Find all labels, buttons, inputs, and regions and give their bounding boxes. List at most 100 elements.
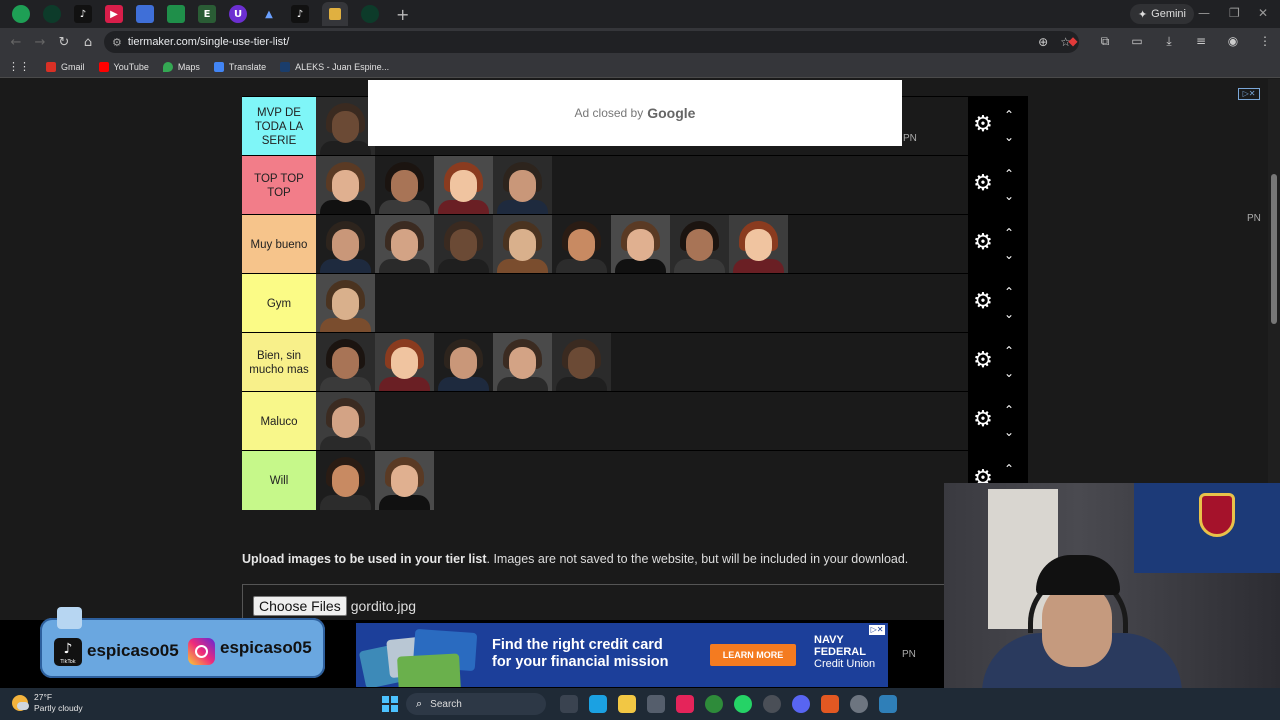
gear-icon[interactable]: ⚙ xyxy=(972,350,994,372)
character-image[interactable] xyxy=(493,156,552,215)
reading-list-icon[interactable]: ≡ xyxy=(1192,34,1210,49)
character-image[interactable] xyxy=(670,215,729,274)
ad-close-icon[interactable]: ▷✕ xyxy=(869,625,885,635)
character-image[interactable] xyxy=(375,215,434,274)
tier-items[interactable] xyxy=(316,451,968,510)
extensions-puzzle-icon[interactable]: ⧉ xyxy=(1096,34,1114,49)
new-tab-icon[interactable]: + xyxy=(396,5,409,24)
tiktok-tab-icon[interactable]: ♪ xyxy=(74,5,92,23)
home-icon[interactable]: ⌂ xyxy=(76,35,100,50)
address-bar[interactable]: ⚙ tiermaker.com/single-use-tier-list/ ⊕ … xyxy=(104,31,1079,53)
tiktok-app-icon[interactable] xyxy=(676,695,694,713)
tier-label[interactable]: Will xyxy=(242,451,316,510)
menu-kebab-icon[interactable]: ⋮ xyxy=(1256,34,1274,49)
chevron-down-icon[interactable]: ⌄ xyxy=(1004,190,1014,202)
bookmark-youtube[interactable]: YouTube xyxy=(98,61,149,72)
windows-start-icon[interactable] xyxy=(382,696,398,712)
minimize-icon[interactable]: — xyxy=(1198,6,1210,20)
gear-icon[interactable]: ⚙ xyxy=(972,291,994,313)
site-info-icon[interactable]: ⚙ xyxy=(112,36,122,49)
app-icon[interactable] xyxy=(821,695,839,713)
tab-favicon[interactable] xyxy=(12,5,30,23)
tier-items[interactable] xyxy=(316,392,968,451)
credit-card-ad[interactable]: Find the right credit card for your fina… xyxy=(356,623,888,687)
tier-label[interactable]: TOP TOP TOP xyxy=(242,156,316,215)
sheets-tab-icon[interactable] xyxy=(167,5,185,23)
chevron-down-icon[interactable]: ⌄ xyxy=(1004,367,1014,379)
chevron-down-icon[interactable]: ⌄ xyxy=(1004,249,1014,261)
tier-items[interactable] xyxy=(316,215,968,274)
character-image[interactable] xyxy=(375,333,434,392)
tier-items[interactable] xyxy=(316,274,968,333)
chevron-down-icon[interactable]: ⌄ xyxy=(1004,131,1014,143)
chevron-down-icon[interactable]: ⌄ xyxy=(1004,426,1014,438)
taskbar-search[interactable]: ⌕ Search xyxy=(406,693,546,715)
character-image[interactable] xyxy=(316,97,375,156)
gear-icon[interactable]: ⚙ xyxy=(972,409,994,431)
side-panel-icon[interactable]: ▭ xyxy=(1128,34,1146,49)
notepad-icon[interactable] xyxy=(879,695,897,713)
character-image[interactable] xyxy=(316,451,375,510)
tab-favicon[interactable]: U xyxy=(229,5,247,23)
bookmark-translate[interactable]: Translate xyxy=(213,61,266,72)
character-image[interactable] xyxy=(316,215,375,274)
chevron-up-icon[interactable]: ⌃ xyxy=(1004,168,1014,180)
gear-icon[interactable]: ⚙ xyxy=(972,114,994,136)
extension-icon[interactable]: ◆ xyxy=(1064,34,1082,49)
chevron-up-icon[interactable]: ⌃ xyxy=(1004,227,1014,239)
store-icon[interactable] xyxy=(647,695,665,713)
reload-icon[interactable]: ↻ xyxy=(52,35,76,50)
character-image[interactable] xyxy=(375,156,434,215)
docs-tab-icon[interactable] xyxy=(136,5,154,23)
copilot-icon[interactable] xyxy=(589,695,607,713)
zoom-icon[interactable]: ⊕ xyxy=(1038,35,1048,49)
chevron-up-icon[interactable]: ⌃ xyxy=(1004,109,1014,121)
file-explorer-icon[interactable] xyxy=(618,695,636,713)
whatsapp-icon[interactable] xyxy=(734,695,752,713)
back-icon[interactable]: ← xyxy=(4,35,28,50)
chrome-icon[interactable] xyxy=(705,695,723,713)
tier-label[interactable]: Bien, sin mucho mas xyxy=(242,333,316,392)
character-image[interactable] xyxy=(552,333,611,392)
character-image[interactable] xyxy=(434,156,493,215)
character-image[interactable] xyxy=(611,215,670,274)
close-window-icon[interactable]: ✕ xyxy=(1258,6,1268,20)
task-view-icon[interactable] xyxy=(560,695,578,713)
character-image[interactable] xyxy=(729,215,788,274)
character-image[interactable] xyxy=(493,215,552,274)
tab-favicon[interactable]: E xyxy=(198,5,216,23)
download-icon[interactable]: ⤓ xyxy=(1160,34,1178,49)
choose-files-button[interactable]: Choose Files xyxy=(253,595,347,616)
chevron-up-icon[interactable]: ⌃ xyxy=(1004,404,1014,416)
bookmark-maps[interactable]: Maps xyxy=(162,61,200,72)
adchoices-icon[interactable]: ▷✕ xyxy=(1238,88,1260,100)
character-image[interactable] xyxy=(552,215,611,274)
character-image[interactable] xyxy=(434,333,493,392)
tier-items[interactable] xyxy=(316,156,968,215)
chevron-up-icon[interactable]: ⌃ xyxy=(1004,463,1014,475)
discord-icon[interactable] xyxy=(792,695,810,713)
tier-label[interactable]: MVP DE TODA LA SERIE xyxy=(242,97,316,156)
chevron-down-icon[interactable]: ⌄ xyxy=(1004,308,1014,320)
weather-widget[interactable]: 27°F Partly cloudy xyxy=(12,692,83,714)
character-image[interactable] xyxy=(316,392,375,451)
profile-avatar-icon[interactable]: ◉ xyxy=(1224,34,1242,49)
character-image[interactable] xyxy=(375,451,434,510)
maximize-icon[interactable]: ❐ xyxy=(1229,6,1240,20)
tab-favicon[interactable]: ▲ xyxy=(260,5,278,23)
active-tab-tiermaker-icon[interactable] xyxy=(322,2,348,26)
gear-icon[interactable]: ⚙ xyxy=(972,232,994,254)
apps-grid-icon[interactable]: ⋮⋮ xyxy=(8,60,30,73)
tier-label[interactable]: Maluco xyxy=(242,392,316,451)
app-icon[interactable] xyxy=(763,695,781,713)
tier-label[interactable]: Gym xyxy=(242,274,316,333)
gear-icon[interactable]: ⚙ xyxy=(972,173,994,195)
character-image[interactable] xyxy=(493,333,552,392)
chevron-up-icon[interactable]: ⌃ xyxy=(1004,345,1014,357)
gemini-button[interactable]: ✦ Gemini xyxy=(1129,4,1194,24)
youtube-tab-icon[interactable]: ▶ xyxy=(105,5,123,23)
chevron-up-icon[interactable]: ⌃ xyxy=(1004,286,1014,298)
character-image[interactable] xyxy=(316,156,375,215)
scrollbar-thumb[interactable] xyxy=(1271,174,1277,324)
settings-icon[interactable] xyxy=(850,695,868,713)
